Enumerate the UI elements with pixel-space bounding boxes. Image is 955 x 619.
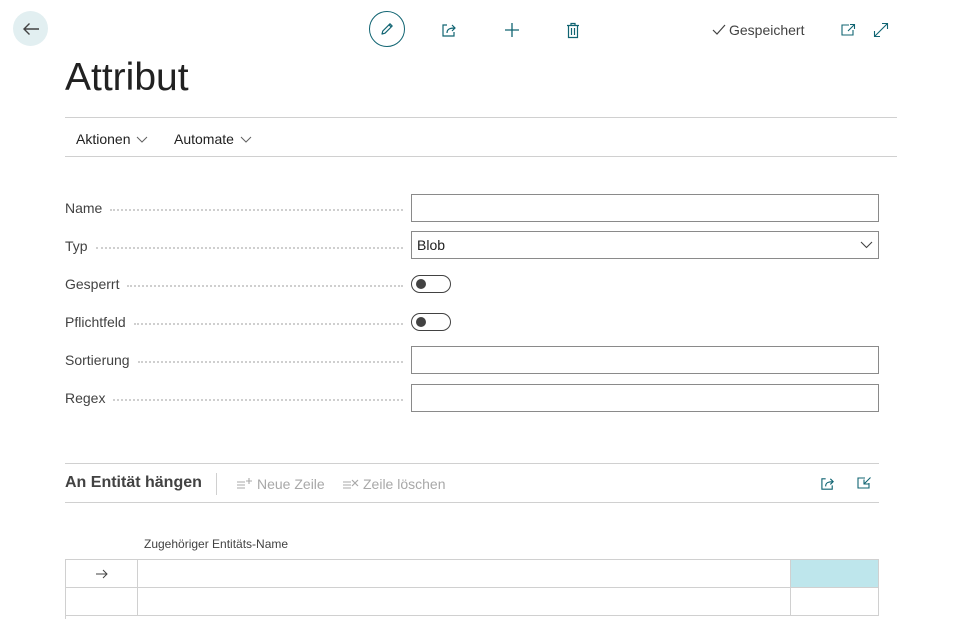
delete-line-icon bbox=[343, 479, 359, 489]
field-leader-dots bbox=[133, 322, 403, 325]
subpage-separator bbox=[216, 473, 217, 495]
delete-button[interactable] bbox=[563, 20, 583, 40]
toggle-knob bbox=[416, 279, 426, 289]
subpage-divider-top bbox=[65, 463, 879, 464]
automate-menu-label: Automate bbox=[174, 131, 234, 147]
entity-name-cell[interactable] bbox=[138, 560, 791, 588]
actions-menu[interactable]: Aktionen bbox=[76, 129, 148, 149]
saved-status: Gespeichert bbox=[712, 20, 804, 40]
field-leader-dots bbox=[137, 360, 403, 363]
delete-line-label: Zeile löschen bbox=[363, 476, 446, 492]
selected-cell[interactable] bbox=[791, 560, 879, 588]
plus-icon bbox=[505, 23, 519, 37]
subpage-expand-button[interactable] bbox=[854, 474, 874, 492]
expand-button[interactable] bbox=[871, 20, 891, 40]
pencil-icon bbox=[381, 23, 393, 35]
name-input[interactable] bbox=[411, 194, 879, 222]
page-title: Attribut bbox=[65, 56, 189, 99]
menu-divider-bottom bbox=[65, 156, 897, 157]
share-icon bbox=[821, 477, 834, 490]
chevron-down-icon bbox=[137, 136, 148, 143]
field-leader-dots bbox=[113, 398, 403, 401]
expand-icon bbox=[873, 22, 889, 38]
arrow-right-icon bbox=[95, 569, 108, 578]
sorting-input[interactable] bbox=[411, 346, 879, 374]
field-sorting: Sortierung bbox=[65, 345, 879, 375]
subpage-share-button[interactable] bbox=[818, 474, 838, 492]
required-toggle[interactable] bbox=[411, 313, 451, 331]
share-icon bbox=[441, 24, 456, 37]
menu-divider-top bbox=[65, 117, 897, 118]
field-regex: Regex bbox=[65, 383, 879, 413]
field-regex-label-wrap: Regex bbox=[65, 383, 407, 413]
row-indicator-cell[interactable] bbox=[66, 560, 138, 588]
locked-toggle[interactable] bbox=[411, 275, 451, 293]
subpage-title[interactable]: An Entität hängen bbox=[65, 474, 202, 492]
row-indicator-cell[interactable] bbox=[66, 588, 138, 616]
saved-label: Gespeichert bbox=[729, 22, 805, 38]
field-leader-dots bbox=[110, 208, 403, 211]
automate-menu[interactable]: Automate bbox=[174, 129, 252, 149]
back-button[interactable] bbox=[13, 11, 48, 46]
entity-name-cell[interactable] bbox=[138, 588, 791, 616]
field-leader-dots bbox=[95, 246, 403, 249]
field-name-label-wrap: Name bbox=[65, 193, 407, 223]
field-regex-label: Regex bbox=[65, 390, 106, 406]
open-in-new-window-icon bbox=[857, 477, 871, 489]
column-header-entity-name[interactable]: Zugehöriger Entitäts-Name bbox=[144, 537, 288, 551]
type-select[interactable]: Blob bbox=[411, 231, 879, 259]
share-button[interactable] bbox=[439, 20, 459, 40]
field-name: Name bbox=[65, 193, 879, 223]
subpage-divider-bottom bbox=[65, 502, 879, 503]
actions-menu-label: Aktionen bbox=[76, 131, 131, 147]
field-type-label-wrap: Typ bbox=[65, 231, 407, 261]
open-in-new-window-icon bbox=[841, 23, 856, 36]
open-new-window-button[interactable] bbox=[838, 20, 858, 40]
field-required-label: Pflichtfeld bbox=[65, 314, 126, 330]
grid-cell-extra[interactable] bbox=[791, 588, 879, 616]
field-type: Typ Blob bbox=[65, 231, 879, 261]
field-locked-label-wrap: Gesperrt bbox=[65, 269, 407, 299]
type-select-value: Blob bbox=[417, 237, 446, 253]
new-button[interactable] bbox=[502, 20, 522, 40]
new-line-label: Neue Zeile bbox=[257, 476, 325, 492]
regex-input[interactable] bbox=[411, 384, 879, 412]
field-name-label: Name bbox=[65, 200, 103, 216]
edit-button[interactable] bbox=[369, 11, 405, 47]
delete-line-button[interactable]: Zeile löschen bbox=[342, 475, 446, 493]
field-locked-label: Gesperrt bbox=[65, 276, 120, 292]
chevron-down-icon bbox=[240, 136, 252, 143]
new-line-button[interactable]: Neue Zeile bbox=[236, 475, 325, 493]
trash-icon bbox=[567, 22, 579, 38]
new-line-icon bbox=[237, 478, 252, 489]
field-type-label: Typ bbox=[65, 238, 88, 254]
field-leader-dots bbox=[127, 284, 403, 287]
field-sorting-label: Sortierung bbox=[65, 352, 130, 368]
field-sorting-label-wrap: Sortierung bbox=[65, 345, 407, 375]
chevron-down-icon bbox=[860, 241, 873, 249]
field-required: Pflichtfeld bbox=[65, 307, 879, 337]
field-required-label-wrap: Pflichtfeld bbox=[65, 307, 407, 337]
checkmark-icon bbox=[712, 24, 726, 35]
field-locked: Gesperrt bbox=[65, 269, 879, 299]
toggle-knob bbox=[416, 317, 426, 327]
arrow-left-icon bbox=[22, 22, 39, 35]
